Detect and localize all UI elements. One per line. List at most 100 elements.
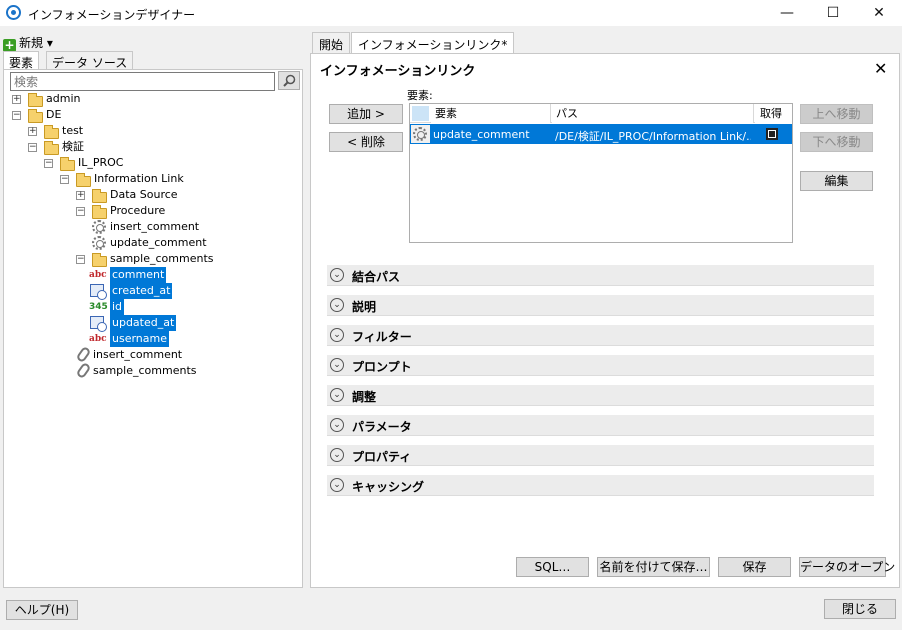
tree-node-label: DE bbox=[46, 108, 62, 121]
tree-node-label: insert_comment bbox=[110, 220, 200, 233]
help-button[interactable]: ヘルプ(H) bbox=[6, 600, 78, 620]
tree-node-label: insert_comment bbox=[93, 348, 183, 361]
move-down-button[interactable]: 下へ移動 bbox=[800, 132, 873, 152]
chevron-down-icon[interactable]: ⌄ bbox=[330, 358, 344, 372]
tree-node[interactable]: insert_comment bbox=[0, 345, 300, 364]
tree-node[interactable]: abc comment bbox=[0, 267, 300, 283]
save-as-button[interactable]: 名前を付けて保存… bbox=[597, 557, 710, 577]
datetime-column-icon bbox=[90, 316, 107, 332]
tab-elements[interactable]: 要素 bbox=[3, 51, 40, 70]
section-label: 説明 bbox=[352, 300, 377, 314]
chevron-down-icon[interactable]: ⌄ bbox=[330, 298, 344, 312]
tree-node[interactable]: 345 id bbox=[0, 299, 300, 315]
collapse-icon[interactable]: − bbox=[76, 255, 85, 264]
row-header-cell bbox=[412, 106, 429, 121]
panel-title: インフォメーションリンク bbox=[320, 64, 476, 79]
section-label: パラメータ bbox=[352, 420, 412, 434]
tab-data-sources[interactable]: データ ソース bbox=[46, 51, 134, 70]
section-header[interactable]: ⌄ プロンプト bbox=[327, 355, 874, 376]
tree-node[interactable]: insert_comment bbox=[0, 219, 300, 235]
collapse-icon[interactable]: − bbox=[60, 175, 69, 184]
folder-icon bbox=[60, 157, 75, 171]
tree-node[interactable]: abc username bbox=[0, 331, 300, 347]
tree-node[interactable]: sample_comments bbox=[0, 361, 300, 380]
tree-node-label: test bbox=[62, 124, 84, 137]
row-icon-cell bbox=[411, 125, 430, 143]
app-icon bbox=[6, 5, 21, 20]
close-icon[interactable]: ✕ bbox=[874, 59, 887, 78]
tree-node[interactable]: update_comment bbox=[0, 235, 300, 251]
section-header[interactable]: ⌄ 結合パス bbox=[327, 265, 874, 286]
section-label: 調整 bbox=[352, 390, 377, 404]
search-button[interactable] bbox=[278, 71, 300, 90]
section-header[interactable]: ⌄ 調整 bbox=[327, 385, 874, 406]
collapse-icon[interactable]: − bbox=[44, 159, 53, 168]
tree-node-label: updated_at bbox=[110, 315, 177, 331]
section-header[interactable]: ⌄ 説明 bbox=[327, 295, 874, 316]
gear-icon bbox=[92, 220, 106, 234]
chevron-down-icon[interactable]: ⌄ bbox=[330, 328, 344, 342]
grid-header-fetch[interactable]: 取得 bbox=[755, 104, 792, 123]
tree-node[interactable]: + Data Source bbox=[0, 187, 300, 203]
section-header[interactable]: ⌄ フィルター bbox=[327, 325, 874, 346]
folder-icon bbox=[76, 173, 91, 187]
tab-information-link[interactable]: インフォメーションリンク* bbox=[351, 32, 515, 53]
section-header[interactable]: ⌄ プロパティ bbox=[327, 445, 874, 466]
folder-icon bbox=[92, 253, 107, 267]
tree-node[interactable]: + admin bbox=[0, 91, 300, 107]
tree-node[interactable]: + test bbox=[0, 123, 300, 139]
section-label: プロンプト bbox=[352, 360, 412, 374]
sql-button[interactable]: SQL… bbox=[516, 557, 589, 577]
tree-node[interactable]: created_at bbox=[0, 283, 300, 300]
close-button[interactable]: 閉じる bbox=[824, 599, 896, 619]
chevron-down-icon[interactable]: ⌄ bbox=[330, 448, 344, 462]
chevron-down-icon[interactable]: ⌄ bbox=[330, 418, 344, 432]
grid-cell-path: /DE/検証/IL_PROC/Information Link/... bbox=[555, 130, 751, 143]
numeric-column-icon: 345 bbox=[89, 302, 108, 312]
tree-node[interactable]: − Information Link bbox=[0, 171, 300, 187]
remove-button[interactable]: < 削除 bbox=[329, 132, 403, 152]
tree-node[interactable]: − DE bbox=[0, 107, 300, 123]
grid-header-element[interactable]: 要素 bbox=[431, 104, 551, 123]
tree-node-label: admin bbox=[46, 92, 81, 105]
fetch-checkbox[interactable] bbox=[766, 128, 778, 140]
chevron-down-icon[interactable]: ⌄ bbox=[330, 478, 344, 492]
add-button[interactable]: 追加 > bbox=[329, 104, 403, 124]
tree-node[interactable]: − IL_PROC bbox=[0, 155, 300, 171]
tree-node[interactable]: updated_at bbox=[0, 315, 300, 332]
section-header[interactable]: ⌄ パラメータ bbox=[327, 415, 874, 436]
grid-header-path[interactable]: パス bbox=[552, 104, 754, 123]
section-header[interactable]: ⌄ キャッシング bbox=[327, 475, 874, 496]
folder-icon bbox=[44, 125, 59, 139]
tab-start[interactable]: 開始 bbox=[312, 32, 351, 53]
collapse-icon[interactable]: − bbox=[28, 143, 37, 152]
move-up-button[interactable]: 上へ移動 bbox=[800, 104, 873, 124]
datetime-column-icon bbox=[90, 284, 107, 300]
tree-node-label: sample_comments bbox=[110, 252, 214, 265]
edit-button[interactable]: 編集 bbox=[800, 171, 873, 191]
chevron-down-icon[interactable]: ⌄ bbox=[330, 268, 344, 282]
tree-node-label: username bbox=[110, 331, 169, 347]
tree-node[interactable]: − sample_comments bbox=[0, 251, 300, 267]
expand-icon[interactable]: + bbox=[76, 191, 85, 200]
expand-icon[interactable]: + bbox=[28, 127, 37, 136]
tree-node-label: 検証 bbox=[62, 140, 84, 153]
chevron-down-icon[interactable]: ⌄ bbox=[330, 388, 344, 402]
collapse-icon[interactable]: − bbox=[12, 111, 21, 120]
collapse-icon[interactable]: − bbox=[76, 207, 85, 216]
close-window-button[interactable]: ✕ bbox=[856, 0, 902, 26]
tree-node-label: sample_comments bbox=[93, 364, 197, 377]
expand-icon[interactable]: + bbox=[12, 95, 21, 104]
maximize-button[interactable]: ☐ bbox=[810, 0, 856, 26]
tree-node[interactable]: − 検証 bbox=[0, 139, 300, 155]
string-column-icon: abc bbox=[89, 334, 107, 344]
new-button[interactable]: + 新規 ▾ bbox=[3, 34, 53, 52]
tree-node-label: created_at bbox=[110, 283, 173, 299]
search-input[interactable] bbox=[10, 72, 275, 91]
save-button[interactable]: 保存 bbox=[718, 557, 791, 577]
minimize-button[interactable]: — bbox=[764, 0, 810, 26]
tree-node[interactable]: − Procedure bbox=[0, 203, 300, 219]
folder-icon bbox=[28, 93, 43, 107]
open-data-button[interactable]: データのオープン bbox=[799, 557, 895, 577]
gear-icon bbox=[92, 236, 106, 250]
